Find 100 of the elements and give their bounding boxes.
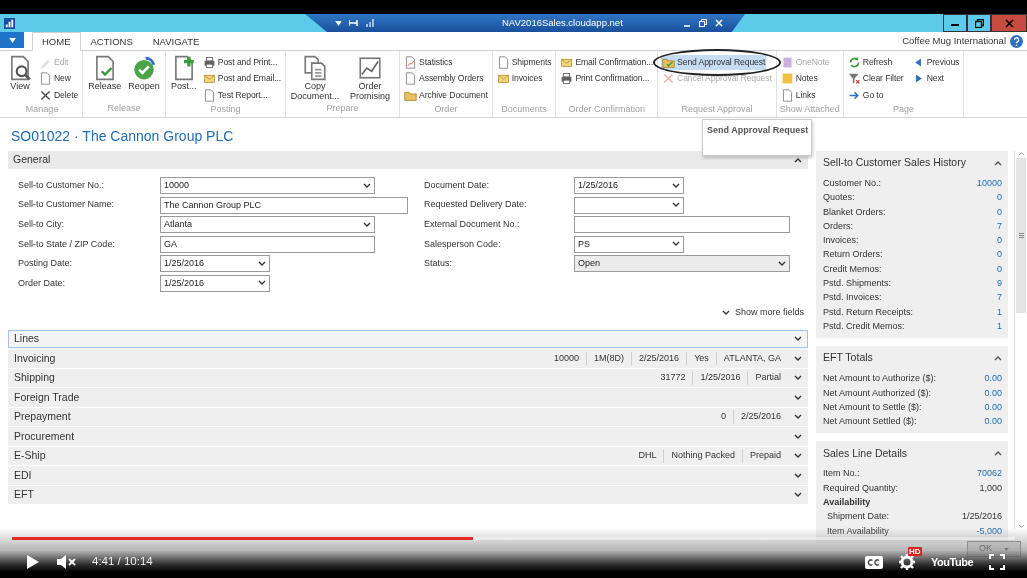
value-link[interactable]: 1	[997, 304, 1002, 319]
dropdown-field[interactable]: Atlanta	[160, 216, 375, 234]
menu-button[interactable]	[0, 32, 24, 48]
section-header[interactable]: Invoicing 10000 1M(8D) 2/25/2016 Yes ATLANTA, GA	[8, 349, 808, 368]
help-button[interactable]	[1010, 34, 1023, 48]
ribbon-button[interactable]: View	[5, 54, 35, 92]
text-field[interactable]: The Cannon Group PLC	[160, 196, 408, 214]
ribbon-button[interactable]: Post...	[168, 54, 199, 92]
value-link[interactable]: -5,000	[976, 523, 1002, 538]
collapse-button[interactable]	[994, 355, 1002, 362]
fullscreen-button[interactable]	[989, 554, 1005, 570]
expand-icon	[794, 394, 802, 401]
ribbon-button[interactable]: Post and Email...	[201, 71, 283, 87]
value-link[interactable]: 0.00	[984, 399, 1002, 415]
expand-icon	[794, 472, 802, 479]
ribbon-button[interactable]: Assembly Orders	[403, 71, 489, 87]
scrollbar[interactable]	[1014, 151, 1027, 529]
dropdown-field[interactable]: 1/25/2016	[160, 255, 270, 273]
ribbon-button[interactable]: Links	[779, 87, 831, 103]
dropdown-field[interactable]: 1/25/2016	[160, 274, 270, 292]
restore-button[interactable]	[967, 14, 991, 32]
ribbon-button[interactable]: New	[38, 71, 80, 87]
section-header[interactable]: Lines	[8, 329, 808, 349]
section-header[interactable]: E-Ship DHL Nothing Packed Prepaid	[8, 446, 808, 466]
value-link[interactable]: 0	[997, 233, 1002, 248]
group-label: Manage	[24, 103, 60, 116]
subheading: Availability	[823, 496, 872, 510]
ribbon-tab[interactable]: NAVIGATE	[142, 31, 210, 51]
ribbon-button[interactable]: Next	[910, 71, 961, 87]
ribbon-button[interactable]: Email Confirmation...	[559, 54, 655, 70]
unmute-button[interactable]	[56, 554, 76, 570]
field-label: Status:	[424, 257, 453, 271]
ribbon-button[interactable]: Order Promising	[344, 54, 397, 102]
text-field[interactable]: GA	[160, 235, 375, 253]
section-header[interactable]: Foreign Trade	[8, 388, 808, 407]
chart-document-icon	[404, 55, 418, 69]
ribbon-button[interactable]: Previous	[910, 54, 961, 70]
value-link[interactable]: 1	[997, 318, 1002, 334]
ribbon-button[interactable]: Archive Document	[403, 87, 489, 103]
ribbon-button[interactable]: Post and Print...	[201, 54, 283, 70]
field-label: Sell-to Customer No.:	[18, 178, 106, 192]
field-label: Credit Memos:	[823, 262, 882, 276]
value-link[interactable]: 0	[997, 190, 1002, 205]
play-button[interactable]	[26, 554, 40, 570]
chevron-down-icon	[721, 309, 730, 316]
dropdown-field[interactable]: 1/25/2016	[574, 177, 684, 194]
captions-button[interactable]	[865, 555, 884, 569]
section-header[interactable]: EFT	[8, 485, 808, 505]
show-more-link[interactable]: Show more fields	[717, 306, 808, 320]
ribbon-button[interactable]: Copy Document...	[289, 54, 342, 102]
settings-button[interactable]	[899, 554, 916, 570]
section-title: E-Ship	[14, 448, 47, 464]
value-link[interactable]: 0	[997, 204, 1002, 219]
dropdown-field[interactable]: PS	[574, 235, 684, 253]
value-link[interactable]: 7	[997, 290, 1002, 305]
ribbon-button[interactable]: Statistics	[403, 54, 489, 70]
ribbon-button[interactable]: Go to	[846, 87, 905, 103]
value-link[interactable]: 0.00	[984, 414, 1002, 429]
field-label: Customer No.:	[823, 177, 882, 190]
ribbon-button[interactable]: Test Report...	[201, 87, 283, 103]
collapse-button[interactable]	[994, 450, 1002, 457]
dropdown-field[interactable]: 10000	[160, 177, 375, 194]
value-link[interactable]: 10000	[976, 176, 1002, 191]
value-link[interactable]: 0.00	[984, 385, 1002, 400]
dropdown-field[interactable]	[574, 196, 684, 214]
ribbon-button[interactable]: Print Confirmation...	[559, 71, 655, 87]
field-label: Quotes:	[823, 191, 855, 205]
collapse-button[interactable]	[994, 160, 1002, 166]
value-link[interactable]: 70062	[976, 466, 1002, 481]
text-field[interactable]	[574, 216, 790, 234]
ribbon-button[interactable]: Release	[86, 54, 124, 92]
minimize-button[interactable]	[943, 14, 967, 32]
ribbon-tab[interactable]: HOME	[32, 31, 81, 51]
ribbon-button[interactable]: Send Approval Request	[661, 54, 767, 70]
ribbon-button[interactable]: Clear Filter	[846, 71, 905, 87]
ribbon-button[interactable]: Delete	[38, 87, 80, 103]
ribbon-button[interactable]: Shipments	[495, 54, 553, 70]
field-label: External Document No.:	[424, 217, 521, 231]
summary-value: ATLANTA, GA	[715, 351, 788, 366]
value-link[interactable]: 9	[997, 276, 1002, 291]
value-link[interactable]: 7	[997, 218, 1002, 234]
ribbon-button[interactable]: Notes	[779, 71, 831, 87]
company-name: Coffee Mug International	[902, 33, 1006, 48]
summary-value: 2/25/2016	[631, 351, 687, 366]
ribbon-button[interactable]: Reopen	[126, 54, 162, 92]
ribbon-button[interactable]: Invoices	[495, 71, 553, 87]
expand-icon	[794, 433, 802, 440]
ribbon-tab[interactable]: ACTIONS	[80, 31, 143, 51]
section-header[interactable]: General	[8, 151, 808, 169]
value-link[interactable]: 0	[997, 261, 1002, 277]
section-header[interactable]: EDI	[8, 466, 808, 485]
ribbon-button[interactable]: Refresh	[846, 54, 905, 70]
progress-track[interactable]	[12, 537, 1015, 540]
section-header[interactable]: Procurement	[8, 427, 808, 446]
section-header[interactable]: Prepayment 0 2/25/2016	[8, 407, 808, 427]
value-link[interactable]: 0	[997, 247, 1002, 262]
field-value: 1/25/2016	[961, 510, 1002, 524]
value-link[interactable]: 0.00	[984, 371, 1002, 386]
section-header[interactable]: Shipping 31772 1/25/2016 Partial	[8, 368, 808, 388]
close-button[interactable]	[991, 14, 1027, 32]
